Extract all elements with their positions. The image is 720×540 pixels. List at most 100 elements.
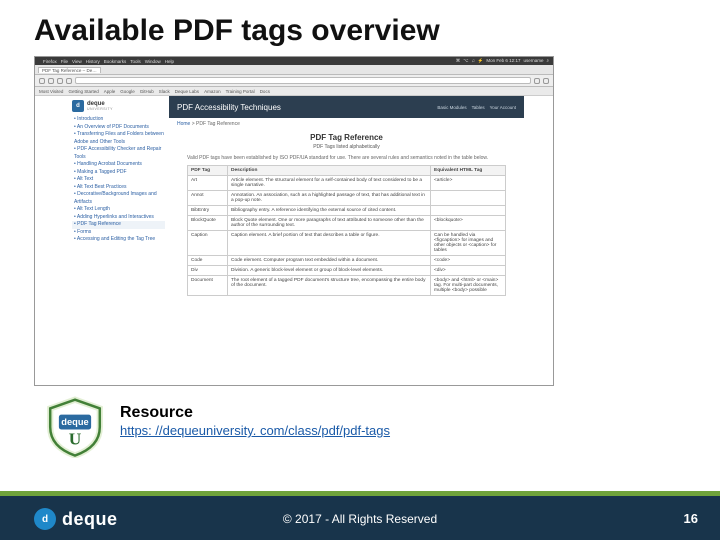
resource-link[interactable]: https: //dequeuniversity. com/class/pdf/… xyxy=(120,423,390,438)
sidebar-item: • Transferring Files and Folders between… xyxy=(72,131,165,146)
pdf-tags-tbody: ArtArticle element. The structural eleme… xyxy=(188,176,506,296)
table-row: CaptionCaption element. A brief portion … xyxy=(188,231,506,256)
sidebar-item: • Forms xyxy=(72,229,165,237)
table-row: BibEntryBibliography entry. A reference … xyxy=(188,206,506,216)
sidebar-item: • Making a Tagged PDF xyxy=(72,169,165,177)
bookmarks-bar: Most Visited Getting Started Apple Googl… xyxy=(35,87,553,96)
col-tag: PDF Tag xyxy=(188,166,228,176)
sidebar-item: • An Overview of PDF Documents xyxy=(72,124,165,132)
table-cell: Can be handled via <figcaption> for imag… xyxy=(431,231,506,256)
table-cell: <blockquote> xyxy=(431,216,506,231)
table-row: AnnotAnnotation. An association, such as… xyxy=(188,191,506,206)
sidebar-item: • Alt Text xyxy=(72,176,165,184)
table-row: CodeCode element. Computer program text … xyxy=(188,256,506,266)
deque-university-shield-icon: deque U xyxy=(44,396,106,458)
table-cell: Code element. Computer program text embe… xyxy=(228,256,431,266)
table-cell: <code> xyxy=(431,256,506,266)
table-cell: Article element. The structural element … xyxy=(228,176,431,191)
brand-sub: UNIVERSITY xyxy=(87,107,113,111)
mac-menubar: Firefox File View History Bookmarks Tool… xyxy=(35,57,553,65)
page-number: 16 xyxy=(684,511,698,526)
svg-text:deque: deque xyxy=(61,417,88,427)
sidebar-item: • Adding Hyperlinks and Interactives xyxy=(72,214,165,222)
menu-window: Window xyxy=(145,59,161,64)
table-row: DivDivision. A generic block-level eleme… xyxy=(188,266,506,276)
menu-history: History xyxy=(86,59,100,64)
bookmark-item: GitHub xyxy=(140,89,154,94)
table-cell xyxy=(431,191,506,206)
svg-text:U: U xyxy=(69,429,82,448)
bookmark-item: Training Portal xyxy=(226,89,255,94)
spotlight-icon: ⌕ xyxy=(546,58,549,64)
page-content: d deque UNIVERSITY • Introduction• An Ov… xyxy=(35,96,553,385)
pdf-tags-table: PDF Tag Description Equivalent HTML Tag … xyxy=(187,165,506,296)
menu-file: File xyxy=(61,59,68,64)
table-cell xyxy=(431,206,506,216)
col-desc: Description xyxy=(228,166,431,176)
header-title: PDF Accessibility Techniques xyxy=(177,103,281,112)
bookmark-item: Docs xyxy=(260,89,270,94)
site-logo: d deque UNIVERSITY xyxy=(72,100,165,112)
browser-toolbar xyxy=(35,75,553,87)
table-cell: Bibliography entry. A reference identify… xyxy=(228,206,431,216)
table-cell: BlockQuote xyxy=(188,216,228,231)
sidebar-item: • Introduction xyxy=(72,116,165,124)
sidebar-item: • Accessing and Editing the Tag Tree xyxy=(72,236,165,244)
header-link: Your Account xyxy=(490,105,516,110)
breadcrumb: Home > PDF Tag Reference xyxy=(169,118,524,130)
browser-tab: PDF Tag Reference – De… xyxy=(38,67,101,73)
header-link: Tables xyxy=(472,105,485,110)
bookmark-item: Getting Started xyxy=(68,89,98,94)
table-cell: Document xyxy=(188,276,228,296)
resource-label: Resource xyxy=(120,404,390,422)
browser-tabbar: PDF Tag Reference – De… xyxy=(35,65,553,75)
back-icon xyxy=(39,78,45,84)
reload-icon xyxy=(57,78,63,84)
table-cell: Division. A generic block-level element … xyxy=(228,266,431,276)
table-cell: <div> xyxy=(431,266,506,276)
slide-title: Available PDF tags overview xyxy=(0,0,720,56)
sidebar-item: • Decorative/Background Images and Artif… xyxy=(72,191,165,206)
logo-badge-icon: d xyxy=(72,100,84,112)
table-cell: Annot xyxy=(188,191,228,206)
user-menu: username xyxy=(523,58,543,64)
table-row: BlockQuoteBlock Quote element. One or mo… xyxy=(188,216,506,231)
table-cell: <body> and <html> or <main> tag. For mul… xyxy=(431,276,506,296)
table-cell: Caption xyxy=(188,231,228,256)
bookmark-item: Apple xyxy=(104,89,116,94)
table-cell: Caption element. A brief portion of text… xyxy=(228,231,431,256)
sidebar-item: • PDF Tag Reference xyxy=(72,221,165,229)
menu-bookmarks: Bookmarks xyxy=(104,59,127,64)
table-cell: Block Quote element. One or more paragra… xyxy=(228,216,431,231)
menu-view: View xyxy=(72,59,82,64)
header-link: Basic Modules xyxy=(437,105,466,110)
bookmark-item: Google xyxy=(120,89,135,94)
table-cell: Code xyxy=(188,256,228,266)
table-cell: The root element of a tagged PDF documen… xyxy=(228,276,431,296)
intro-text: Valid PDF tags have been established by … xyxy=(187,155,506,161)
sidebar-item: • Handling Acrobat Documents xyxy=(72,161,165,169)
menu-firefox: Firefox xyxy=(43,59,57,64)
clock: Mon Feb 6 12:17 xyxy=(486,58,520,64)
main-panel: PDF Accessibility Techniques Basic Modul… xyxy=(169,96,524,385)
menu-icon xyxy=(543,78,549,84)
sidebar: d deque UNIVERSITY • Introduction• An Ov… xyxy=(64,96,169,385)
menu-tools: Tools xyxy=(130,59,141,64)
search-icon xyxy=(534,78,540,84)
status-icon: ⌥ xyxy=(463,58,468,64)
sidebar-item: • PDF Accessibility Checker and Repair T… xyxy=(72,146,165,161)
home-icon xyxy=(66,78,72,84)
table-row: ArtArticle element. The structural eleme… xyxy=(188,176,506,191)
forward-icon xyxy=(48,78,54,84)
bookmark-item: Most Visited xyxy=(39,89,63,94)
status-icon: ⚡ xyxy=(478,58,484,64)
content-subtitle: PDF Tags listed alphabetically xyxy=(169,144,524,150)
table-cell: <article> xyxy=(431,176,506,191)
col-html: Equivalent HTML Tag xyxy=(431,166,506,176)
status-icon: ♫ xyxy=(471,58,474,64)
table-row: DocumentThe root element of a tagged PDF… xyxy=(188,276,506,296)
sidebar-item: • Alt Text Length xyxy=(72,206,165,214)
table-cell: BibEntry xyxy=(188,206,228,216)
status-icon: ⌘ xyxy=(456,58,461,64)
breadcrumb-home: Home xyxy=(177,121,190,127)
